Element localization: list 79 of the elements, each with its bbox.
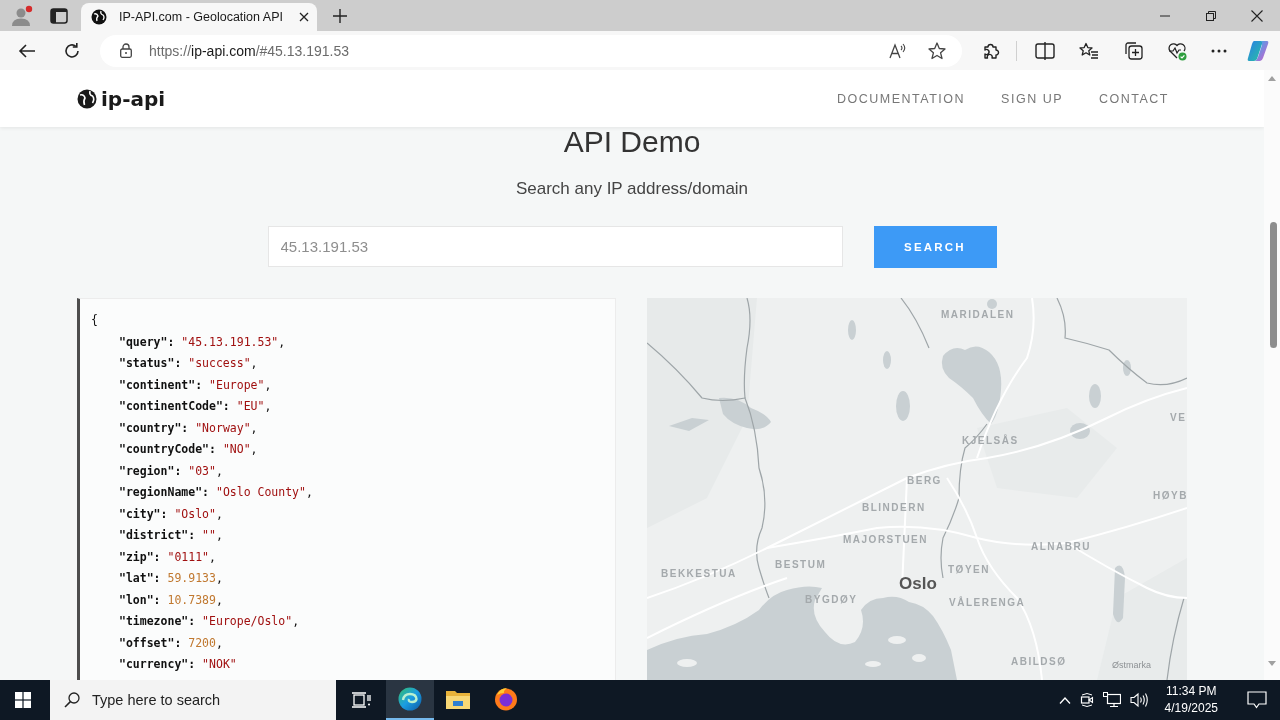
nav-link[interactable]: CONTACT xyxy=(1099,90,1169,107)
taskbar-search-field[interactable]: Type here to search xyxy=(50,680,336,720)
lock-icon[interactable] xyxy=(120,43,132,58)
globe-icon[interactable] xyxy=(77,88,97,109)
assistant-logo-icon[interactable] xyxy=(1247,39,1269,62)
map-label: MARIDALEN xyxy=(941,309,1015,321)
browser-icon xyxy=(494,687,518,711)
chevron-up-icon[interactable] xyxy=(1058,696,1071,704)
json-line: "region": "03", xyxy=(119,462,223,480)
json-line: "countryCode": "NO", xyxy=(119,441,258,458)
nav-link[interactable]: SIGN UP xyxy=(1001,90,1063,107)
map-label: Oslo xyxy=(899,575,937,593)
new-tab-icon[interactable] xyxy=(333,8,347,23)
map-label: VÅLERENGA xyxy=(949,597,1026,609)
page-subtitle: Search any IP address/domain xyxy=(515,178,749,200)
json-line: { xyxy=(91,312,98,329)
camera-icon[interactable] xyxy=(1079,692,1094,708)
close-icon[interactable] xyxy=(1251,9,1263,22)
windows-logo-icon[interactable] xyxy=(15,692,31,708)
read-aloud-icon[interactable] xyxy=(889,42,907,59)
browser-icon xyxy=(398,687,422,711)
json-line: "lon": 10.7389, xyxy=(119,591,223,609)
scrollbar[interactable] xyxy=(1264,70,1280,680)
map-label: BERG xyxy=(907,475,942,487)
json-line: "continent": "Europe", xyxy=(119,376,272,394)
favorites-icon[interactable] xyxy=(1079,41,1099,60)
restore-icon[interactable] xyxy=(1206,10,1216,21)
json-line: "regionName": "Oslo County", xyxy=(119,484,313,501)
json-line: "country": "Norway", xyxy=(119,419,258,437)
search-field[interactable]: 45.13.191.53 xyxy=(267,226,843,267)
star-icon[interactable] xyxy=(928,41,946,60)
notification-icon[interactable] xyxy=(1247,691,1267,709)
browser-tab[interactable]: IP-API.com - Geolocation API xyxy=(81,3,317,31)
json-line: "query": "45.13.191.53", xyxy=(119,333,286,351)
refresh-icon[interactable] xyxy=(63,41,81,60)
map-label: VE xyxy=(1170,412,1187,424)
map-label: BEKKESTUA xyxy=(661,568,737,580)
json-line: "currency": "NOK" xyxy=(119,656,237,673)
clock-time[interactable]: 11:34 PM xyxy=(1166,683,1217,700)
tab-actions-icon[interactable] xyxy=(50,7,68,24)
collections-icon[interactable] xyxy=(1123,40,1143,61)
map-label: BESTUM xyxy=(775,559,827,571)
split-screen-icon[interactable] xyxy=(1035,41,1055,60)
more-icon[interactable] xyxy=(1211,48,1227,53)
clock-date[interactable]: 4/19/2025 xyxy=(1164,700,1218,717)
map-label: BLINDERN xyxy=(862,502,926,514)
json-line: "status": "success", xyxy=(119,355,258,372)
json-line: "city": "Oslo", xyxy=(119,505,223,523)
json-line: "offset": 7200, xyxy=(119,634,223,652)
folder-icon xyxy=(446,689,470,709)
map-label: BYGDØY xyxy=(805,594,858,606)
network-icon[interactable] xyxy=(1102,692,1121,708)
page-title: API Demo xyxy=(563,127,701,157)
json-line: "continentCode": "EU", xyxy=(119,398,272,415)
profile-avatar-icon[interactable] xyxy=(11,4,33,27)
task-view-icon[interactable] xyxy=(351,692,371,708)
map-label: Østmarka xyxy=(1112,659,1151,671)
nav-link[interactable]: DOCUMENTATION xyxy=(837,90,966,107)
close-icon[interactable] xyxy=(299,12,309,22)
taskbar-app-button[interactable] xyxy=(386,680,434,720)
map-label: HØYB xyxy=(1153,490,1187,502)
heart-pulse-icon[interactable] xyxy=(1167,40,1187,61)
search-icon xyxy=(64,692,80,708)
json-line: "zip": "0111", xyxy=(119,548,216,566)
speaker-icon[interactable] xyxy=(1129,692,1148,708)
json-line: "district": "", xyxy=(119,527,223,544)
map-label: MAJORSTUEN xyxy=(843,534,928,546)
minimize-icon[interactable] xyxy=(1160,14,1170,17)
map-label: TØYEN xyxy=(948,564,990,576)
json-line: "lat": 59.9133, xyxy=(119,570,223,587)
map-label: KJELSÅS xyxy=(962,435,1019,447)
scrollbar-thumb[interactable] xyxy=(1269,222,1277,348)
site-logo[interactable]: ip-api xyxy=(101,86,166,111)
map-label: ABILDSØ xyxy=(1011,656,1067,668)
address-bar[interactable]: https://ip-api.com/#45.13.191.53 xyxy=(100,34,962,67)
map-label: ALNABRU xyxy=(1031,541,1091,553)
json-line: "timezone": "Europe/Oslo", xyxy=(119,613,300,630)
back-arrow-icon[interactable] xyxy=(18,42,36,59)
globe-icon xyxy=(91,9,107,25)
